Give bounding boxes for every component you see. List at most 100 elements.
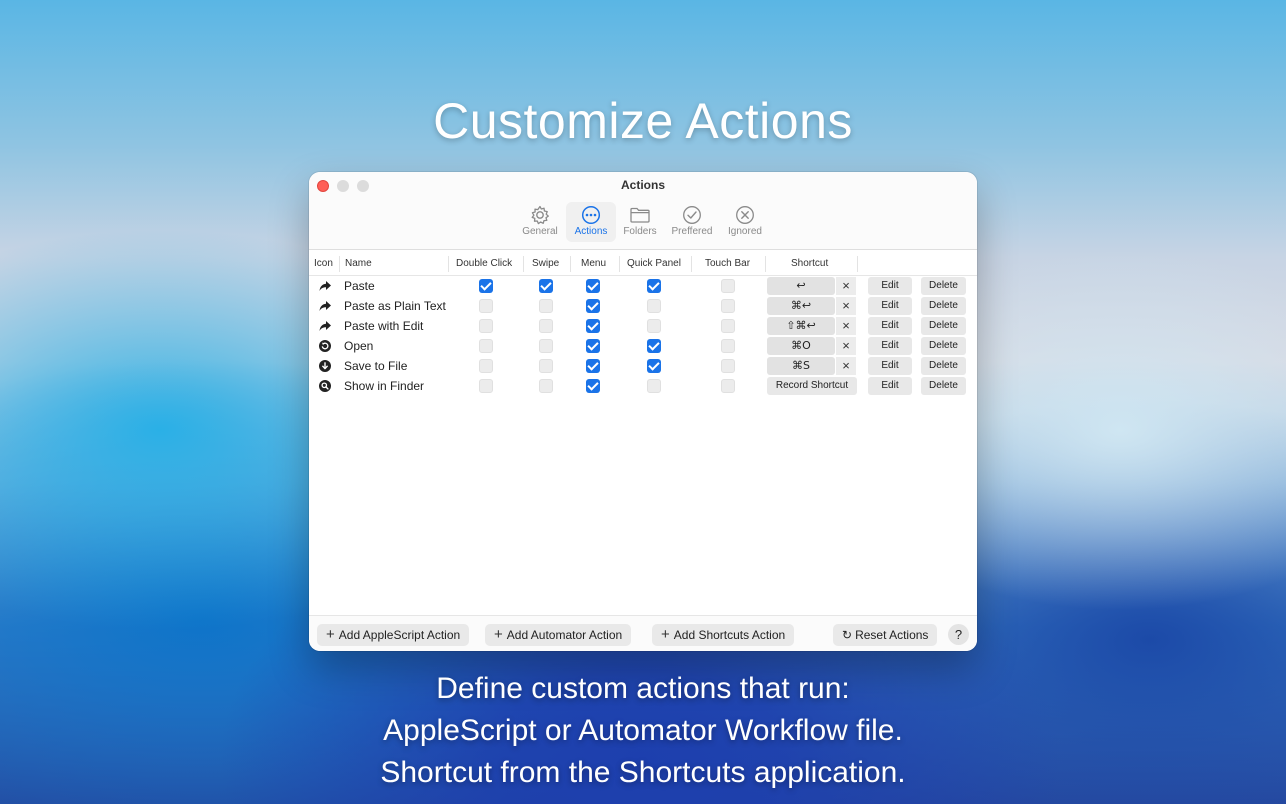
edit-button[interactable]: Edit [868,317,912,335]
action-name: Show in Finder [344,379,425,393]
edit-button[interactable]: Edit [868,377,912,395]
column-header-swipe[interactable]: Swipe [532,258,559,269]
tab-general[interactable]: General [515,202,565,242]
tab-preffered[interactable]: Preffered [667,202,717,242]
column-separator[interactable] [857,256,858,272]
quick-panel-checkbox[interactable] [647,359,661,373]
tab-folders-label: Folders [623,226,657,237]
column-header-quick-panel[interactable]: Quick Panel [627,258,681,269]
tab-folders[interactable]: Folders [615,202,665,242]
menu-checkbox[interactable] [586,319,600,333]
action-name: Paste [344,279,375,293]
table-row[interactable]: Save to File ⌘S × Edit Delete [309,356,977,376]
touch-bar-checkbox[interactable] [721,299,735,313]
titlebar: Actions General Actions Folders Preffere… [309,172,977,250]
column-separator[interactable] [619,256,620,272]
double-click-checkbox[interactable] [479,379,493,393]
record-shortcut-button[interactable]: Record Shortcut [767,377,857,395]
quick-panel-checkbox[interactable] [647,379,661,393]
headline: Customize Actions [433,93,853,149]
add-shortcuts-action-button[interactable]: + Add Shortcuts Action [652,624,795,646]
reset-actions-button[interactable]: ↻ Reset Actions [833,624,938,646]
menu-checkbox[interactable] [586,379,600,393]
menu-checkbox[interactable] [586,359,600,373]
column-header-name[interactable]: Name [345,258,372,269]
column-header-menu[interactable]: Menu [581,258,606,269]
table-row[interactable]: Open ⌘O × Edit Delete [309,336,977,356]
shortcut-field[interactable]: ↩ [767,277,835,295]
swipe-checkbox[interactable] [539,299,553,313]
touch-bar-checkbox[interactable] [721,319,735,333]
menu-checkbox[interactable] [586,299,600,313]
clear-shortcut-button[interactable]: × [836,357,856,375]
edit-button[interactable]: Edit [868,277,912,295]
column-separator[interactable] [339,256,340,272]
shortcut-field[interactable]: ⌘↩ [767,297,835,315]
menu-checkbox[interactable] [586,339,600,353]
touch-bar-checkbox[interactable] [721,379,735,393]
clear-shortcut-button[interactable]: × [836,277,856,295]
column-separator[interactable] [523,256,524,272]
double-click-checkbox[interactable] [479,339,493,353]
touch-bar-checkbox[interactable] [721,279,735,293]
table-row[interactable]: Paste with Edit ⇧⌘↩ × Edit Delete [309,316,977,336]
swipe-checkbox[interactable] [539,359,553,373]
clear-shortcut-button[interactable]: × [836,337,856,355]
shortcut-field[interactable]: ⌘O [767,337,835,355]
shortcut-field[interactable]: ⌘S [767,357,835,375]
column-header-icon[interactable]: Icon [314,258,333,269]
delete-button[interactable]: Delete [921,317,966,335]
delete-button[interactable]: Delete [921,277,966,295]
touch-bar-checkbox[interactable] [721,359,735,373]
delete-button[interactable]: Delete [921,377,966,395]
double-click-checkbox[interactable] [479,299,493,313]
touch-bar-checkbox[interactable] [721,339,735,353]
plus-icon: + [326,626,335,643]
clear-shortcut-button[interactable]: × [836,317,856,335]
swipe-checkbox[interactable] [539,339,553,353]
swipe-checkbox[interactable] [539,279,553,293]
add-applescript-action-button[interactable]: + Add AppleScript Action [317,624,470,646]
delete-button[interactable]: Delete [921,337,966,355]
quick-panel-checkbox[interactable] [647,299,661,313]
open-circle-icon [319,340,331,352]
table-row[interactable]: Paste as Plain Text ⌘↩ × Edit Delete [309,296,977,316]
quick-panel-checkbox[interactable] [647,319,661,333]
add-automator-action-label: Add Automator Action [506,628,623,642]
column-header-touch-bar[interactable]: Touch Bar [705,258,750,269]
quick-panel-checkbox[interactable] [647,279,661,293]
edit-button[interactable]: Edit [868,337,912,355]
tab-ignored[interactable]: Ignored [720,202,770,242]
shortcut-field[interactable]: ⇧⌘↩ [767,317,835,335]
delete-button[interactable]: Delete [921,357,966,375]
delete-button[interactable]: Delete [921,297,966,315]
table-row[interactable]: Show in Finder Record Shortcut Edit Dele… [309,376,977,396]
double-click-checkbox[interactable] [479,279,493,293]
clear-shortcut-button[interactable]: × [836,297,856,315]
double-click-checkbox[interactable] [479,319,493,333]
column-separator[interactable] [570,256,571,272]
add-automator-action-button[interactable]: + Add Automator Action [485,624,632,646]
column-separator[interactable] [448,256,449,272]
tab-ignored-label: Ignored [728,226,762,237]
caption: Define custom actions that run: AppleScr… [0,668,1286,794]
edit-button[interactable]: Edit [868,297,912,315]
column-header-shortcut[interactable]: Shortcut [791,258,828,269]
column-header-double-click[interactable]: Double Click [456,258,512,269]
double-click-checkbox[interactable] [479,359,493,373]
share-arrow-icon [319,321,331,331]
help-button[interactable]: ? [948,624,969,645]
tab-actions[interactable]: Actions [566,202,616,242]
swipe-checkbox[interactable] [539,319,553,333]
edit-button[interactable]: Edit [868,357,912,375]
quick-panel-checkbox[interactable] [647,339,661,353]
swipe-checkbox[interactable] [539,379,553,393]
plus-icon: + [494,626,503,643]
window-title: Actions [620,178,665,192]
bottom-bar: + Add AppleScript Action + Add Automator A… [309,615,977,651]
table-row[interactable]: Paste ↩ × Edit Delete [309,276,977,296]
column-separator[interactable] [765,256,766,272]
caption-line: Define custom actions that run: [436,672,850,705]
menu-checkbox[interactable] [586,279,600,293]
column-separator[interactable] [691,256,692,272]
